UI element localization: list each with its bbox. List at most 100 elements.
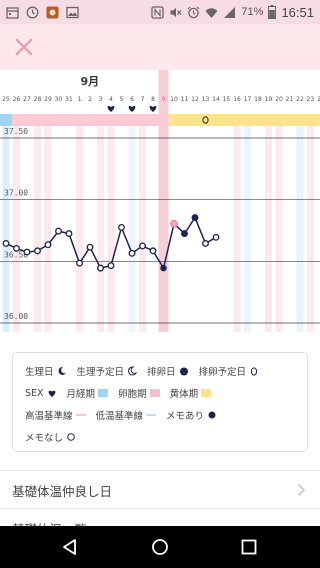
- list-item-basal-temp-intimacy[interactable]: 基礎体温仲良し日: [0, 470, 320, 508]
- legend-item: 月経期: [67, 386, 109, 400]
- image-icon: [66, 6, 79, 18]
- back-button[interactable]: [57, 534, 83, 560]
- data-point: [23, 248, 31, 256]
- legend-label: 生理予定日: [76, 367, 125, 378]
- legend-item: 生理予定日: [77, 364, 138, 378]
- day-label: 4: [109, 96, 113, 103]
- data-point: [128, 249, 136, 257]
- y-tick-label: 37.50: [4, 127, 28, 136]
- day-label: 20: [275, 96, 283, 103]
- day-label: 27: [23, 96, 31, 103]
- legend-item: 生理日: [25, 364, 67, 378]
- clock-time: 16:51: [281, 4, 314, 20]
- legend-label: 黄体期: [169, 389, 199, 400]
- recents-button[interactable]: [236, 534, 262, 560]
- day-band: [244, 122, 251, 332]
- day-label: 29: [44, 96, 52, 103]
- wifi-icon: [205, 7, 218, 18]
- day-label: 8: [151, 96, 155, 103]
- blue-square-icon: [98, 389, 109, 397]
- heart-icon: [128, 105, 136, 112]
- day-label: 6: [130, 96, 134, 103]
- data-point: [65, 230, 73, 238]
- day-label: 2: [88, 96, 92, 103]
- memo-point: [181, 230, 188, 237]
- clock-icon: [26, 6, 39, 18]
- legend-item: 高温基準線: [25, 408, 86, 422]
- day-band: [265, 122, 272, 332]
- data-point: [86, 243, 94, 251]
- legend-item: 排卵予定日: [199, 364, 260, 378]
- moon-filled-icon: [58, 366, 66, 375]
- day-label: 14: [212, 96, 220, 103]
- drop-filled-icon: [179, 367, 188, 376]
- day-band: [13, 122, 20, 332]
- day-label: 28: [34, 96, 42, 103]
- app-icon: [46, 6, 59, 18]
- app-bar: [0, 24, 320, 70]
- data-point: [118, 223, 125, 231]
- legend-label: 生理日: [25, 367, 54, 378]
- back-icon: [63, 539, 76, 555]
- y-tick-label: 36.00: [4, 312, 28, 321]
- data-point: [76, 259, 83, 267]
- day-label: 3: [99, 96, 103, 103]
- navy-dot-icon: [208, 411, 216, 419]
- selected-day-band: [158, 70, 169, 332]
- alarm-icon: [187, 6, 200, 18]
- recents-icon: [241, 539, 257, 555]
- day-band: [233, 122, 241, 332]
- day-band: [275, 122, 283, 332]
- day-label: 26: [13, 96, 21, 103]
- list-item-label: 基礎体温仲良し日: [12, 484, 113, 499]
- legend-row: メモなし: [25, 429, 86, 445]
- data-point: [2, 240, 10, 247]
- calendar-icon: [6, 6, 19, 19]
- day-label: 22: [296, 96, 304, 103]
- month-label: 9月: [81, 75, 100, 88]
- data-point: [97, 264, 104, 272]
- legend-label: メモあり: [166, 411, 205, 422]
- close-icon: [15, 38, 33, 56]
- day-label: 13: [202, 96, 210, 103]
- signal-icon: [224, 6, 236, 18]
- heart-icon: [48, 390, 55, 397]
- follicular-phase-bar: [12, 114, 167, 126]
- day-band: [44, 122, 52, 332]
- home-icon: [152, 539, 168, 555]
- data-point: [34, 247, 41, 255]
- close-button[interactable]: [10, 33, 38, 61]
- day-band: [139, 122, 146, 332]
- heart-icon: [149, 105, 157, 112]
- day-label: 15: [223, 96, 231, 103]
- day-band: [76, 122, 83, 332]
- day-label: 16: [233, 96, 241, 103]
- day-label: 23: [307, 96, 315, 103]
- day-label: 31: [65, 96, 73, 103]
- yellow-square-icon: [201, 389, 212, 397]
- home-button[interactable]: [147, 534, 173, 560]
- legend-row: 生理日 生理予定日 排卵日 排卵予定日: [25, 363, 269, 379]
- moon-outline-icon: [128, 366, 138, 376]
- blue-line-icon: [146, 414, 157, 416]
- data-point: [212, 233, 220, 241]
- legend-label: SEX: [25, 387, 44, 399]
- day-label: 7: [141, 96, 145, 103]
- day-label: 18: [254, 96, 262, 103]
- day-label: 17: [244, 96, 252, 103]
- day-label: 9: [162, 96, 166, 103]
- luteal-phase-bar: [168, 114, 320, 126]
- battery-percent: 71%: [241, 6, 264, 18]
- legend-label: メモなし: [25, 433, 64, 444]
- battery-icon: [268, 5, 277, 19]
- basal-temperature-chart[interactable]: 9月 25 26 27 28 29 30 31 1 2 3 4 5 6 7 8 9 10 11 12 13 14 15 16 1…: [0, 70, 320, 332]
- pink-line-icon: [75, 414, 86, 416]
- day-band: [307, 122, 314, 332]
- data-point: [55, 227, 62, 235]
- legend-item: 低温基準線: [96, 408, 157, 422]
- legend-label: 月経期: [66, 389, 96, 400]
- day-label: 5: [120, 96, 124, 103]
- legend-label: 排卵予定日: [198, 367, 247, 378]
- day-band: [97, 122, 104, 332]
- pink-square-icon: [149, 389, 160, 397]
